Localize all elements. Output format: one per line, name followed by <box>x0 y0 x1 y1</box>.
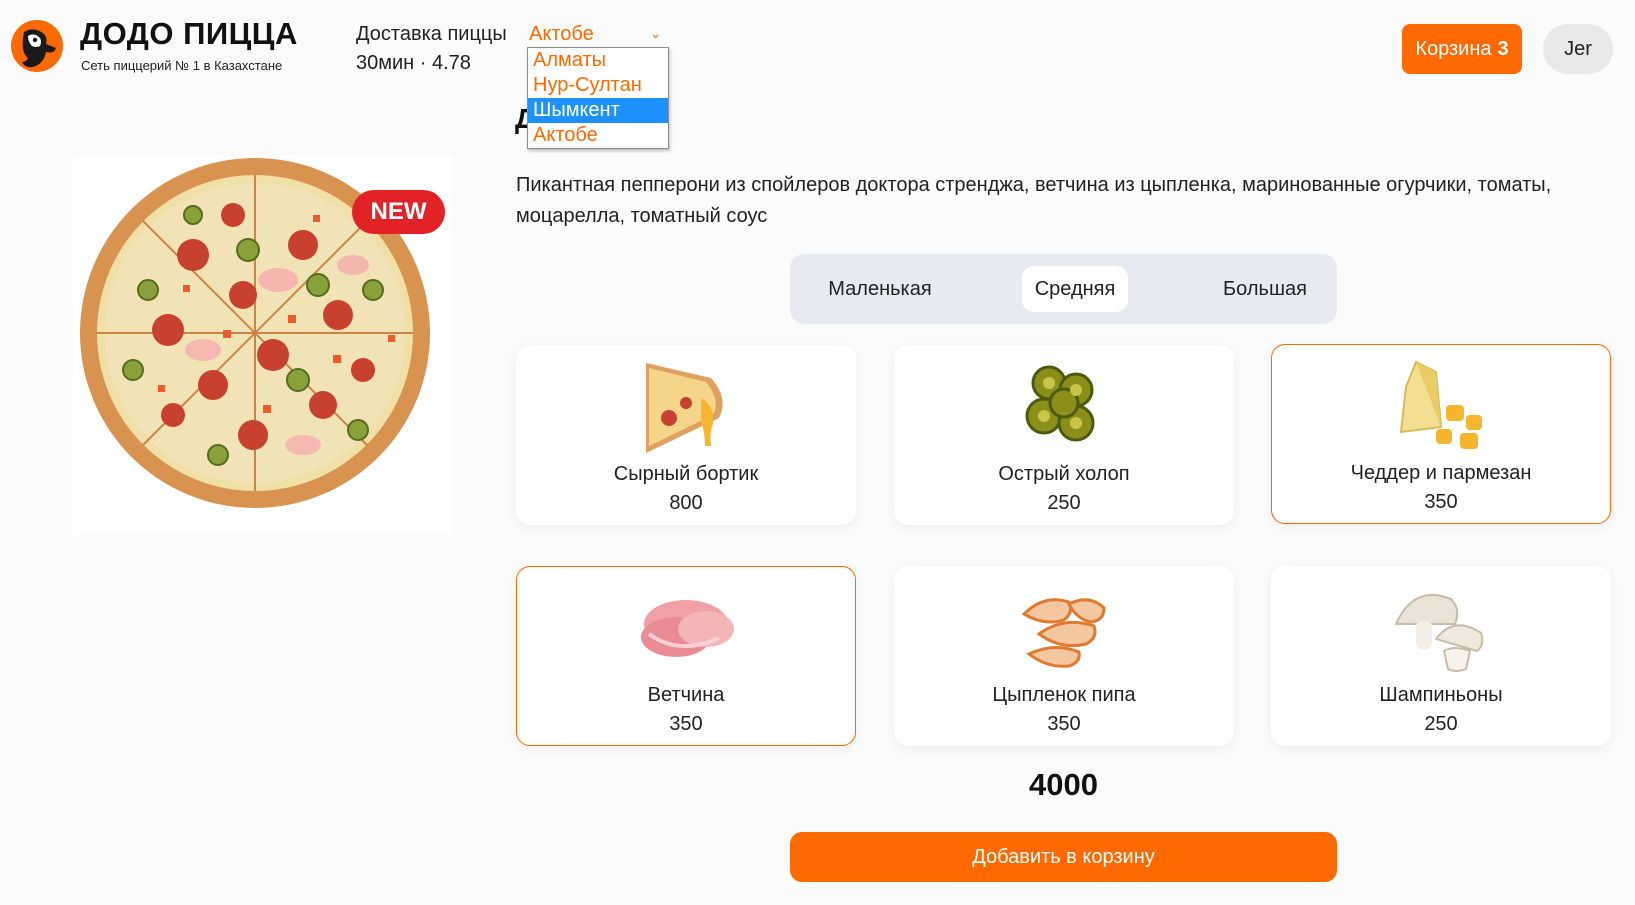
city-option-highlighted[interactable]: Шымкент <box>528 98 668 123</box>
size-option-large[interactable]: Большая <box>1205 266 1325 312</box>
city-option[interactable]: Нур-Султан <box>528 73 668 98</box>
topping-name: Чеддер и пармезан <box>1350 462 1532 484</box>
jalapeno-icon <box>1025 365 1095 442</box>
cart-label: Корзина <box>1415 37 1492 60</box>
topping-card[interactable]: Цыпленок пипа 350 <box>894 566 1234 746</box>
product-description: Пикантная пепперони из спойлеров доктора… <box>516 174 1552 227</box>
topping-price: 800 <box>669 492 703 514</box>
delivery-label: Доставка пиццы <box>356 23 507 45</box>
topping-price: 350 <box>1047 713 1081 735</box>
city-option[interactable]: Алматы <box>528 48 668 73</box>
cheese-crust-icon <box>646 363 723 453</box>
user-button[interactable]: Jer <box>1543 24 1613 74</box>
ham-icon <box>641 600 734 657</box>
topping-card[interactable]: Шампиньоны 250 <box>1271 566 1611 746</box>
topping-price: 350 <box>1424 491 1458 513</box>
topping-price: 250 <box>1424 713 1458 735</box>
add-to-cart-button[interactable]: Добавить в корзину <box>790 832 1337 882</box>
city-dropdown-list[interactable]: Алматы Нур-Султан Шымкент Актобе <box>527 47 669 149</box>
topping-card[interactable]: Сырный бортик 800 <box>516 345 856 525</box>
topping-name: Шампиньоны <box>1379 684 1503 706</box>
cheese-icon <box>1399 360 1482 449</box>
cart-button[interactable]: Корзина 3 <box>1402 24 1522 74</box>
brand-subtitle: Сеть пиццерий № 1 в Казахстане <box>81 58 283 73</box>
city-option[interactable]: Актобе <box>528 123 668 148</box>
size-switch: Маленькая Средняя Большая <box>790 254 1337 324</box>
chicken-icon <box>1021 598 1106 668</box>
size-option-small[interactable]: Маленькая <box>800 266 960 312</box>
topping-name: Ветчина <box>647 684 725 706</box>
topping-price: 250 <box>1047 492 1081 514</box>
city-select[interactable]: Актобе ⌄ <box>529 20 669 48</box>
brand-title: ДОДО ПИЦЦА <box>80 16 298 51</box>
total-price: 4000 <box>1029 767 1098 802</box>
topping-card-selected[interactable]: Ветчина 350 <box>516 566 856 746</box>
chevron-down-icon: ⌄ <box>650 26 661 41</box>
cart-count: 3 <box>1497 37 1509 60</box>
topping-name: Сырный бортик <box>613 463 759 485</box>
delivery-meta: 30мин · 4.78 <box>356 52 471 74</box>
mushroom-icon <box>1394 594 1484 672</box>
size-option-medium[interactable]: Средняя <box>1022 266 1128 312</box>
topping-card-selected[interactable]: Чеддер и пармезан 350 <box>1271 344 1611 524</box>
topping-price: 350 <box>669 713 703 735</box>
new-badge: NEW <box>352 190 445 234</box>
city-select-value: Актобе <box>529 22 594 45</box>
topping-card[interactable]: Острый холоп 250 <box>894 345 1234 525</box>
topping-name: Острый холоп <box>998 463 1130 485</box>
topping-name: Цыпленок пипа <box>992 684 1136 706</box>
dodo-logo-icon[interactable] <box>10 18 64 74</box>
